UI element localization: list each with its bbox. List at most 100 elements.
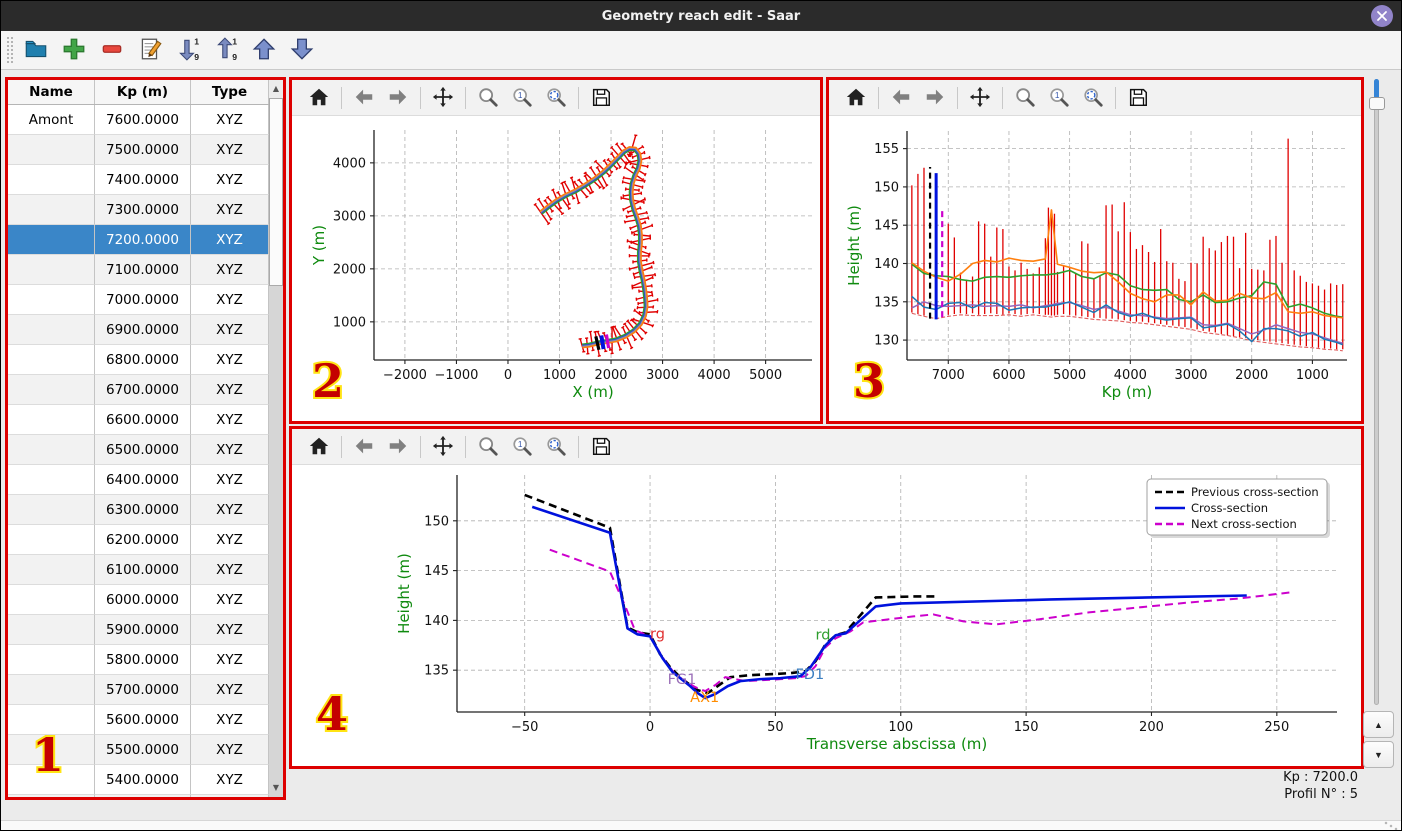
toolbar-separator [420, 435, 421, 458]
sort-descending-button[interactable]: 19 [173, 35, 203, 65]
sort-ascending-button[interactable]: 19 [211, 35, 241, 65]
svg-text:140: 140 [874, 257, 899, 272]
svg-text:−1000: −1000 [434, 368, 478, 383]
column-header-name[interactable]: Name [8, 80, 95, 104]
zoom-button[interactable] [1012, 85, 1038, 111]
pan-button[interactable] [430, 434, 456, 460]
pan-button[interactable] [967, 85, 993, 111]
cell-type: XYZ [191, 195, 269, 225]
cell-type: XYZ [191, 255, 269, 285]
zoom-button[interactable] [475, 85, 501, 111]
toolbar-drag-handle[interactable] [7, 37, 13, 63]
zoom-profile-button[interactable]: 1 [1046, 85, 1072, 111]
open-folder-button[interactable] [21, 35, 51, 65]
table-row[interactable]: 7000.0000 XYZ [8, 285, 269, 315]
cell-type: XYZ [191, 225, 269, 255]
cross-section-plot[interactable]: −50 0 50 100 150 200 250 135 140 145 150 Transverse… [292, 465, 1361, 766]
table-row[interactable]: 6900.0000 XYZ [8, 315, 269, 345]
close-button[interactable] [1371, 5, 1393, 27]
table-row[interactable]: 6800.0000 XYZ [8, 345, 269, 375]
forward-button[interactable] [385, 434, 411, 460]
svg-text:−50: −50 [511, 720, 538, 735]
slider-track[interactable] [1374, 79, 1379, 705]
table-row[interactable]: 5500.0000 XYZ [8, 735, 269, 765]
table-row[interactable]: 5900.0000 XYZ [8, 615, 269, 645]
table-row[interactable]: 6300.0000 XYZ [8, 495, 269, 525]
table-row[interactable]: 6600.0000 XYZ [8, 405, 269, 435]
svg-text:140: 140 [424, 614, 449, 629]
forward-icon [389, 89, 407, 104]
cell-name [8, 705, 95, 735]
column-header-kp-m[interactable]: Kp (m) [95, 80, 191, 104]
back-button[interactable] [351, 434, 377, 460]
save-button[interactable] [588, 434, 614, 460]
scroll-down-button[interactable]: ▼ [269, 779, 283, 797]
zoom-profile-button[interactable]: 1 [509, 85, 535, 111]
table-row[interactable]: 6500.0000 XYZ [8, 435, 269, 465]
remove-profile-button[interactable] [97, 35, 127, 65]
plan-view-plot[interactable]: −2000 −1000 0 1000 2000 3000 4000 5000 1000 2000 3… [292, 116, 820, 421]
plan-view-panel: 1 −2000 −1000 0 1000 2000 3000 4000 5000 1000 200… [289, 77, 823, 424]
save-button[interactable] [588, 85, 614, 111]
toolbar-separator [465, 435, 466, 458]
pan-button[interactable] [430, 85, 456, 111]
table-scrollbar[interactable]: ▲ ▼ [269, 80, 283, 797]
zoom-profile-button[interactable]: 1 [509, 434, 535, 460]
cell-kp: 7400.0000 [95, 165, 191, 195]
zoom-auto-button[interactable] [1080, 85, 1106, 111]
table-row[interactable]: 5800.0000 XYZ [8, 645, 269, 675]
zoom-button[interactable] [475, 434, 501, 460]
add-profile-button[interactable] [59, 35, 89, 65]
table-row[interactable]: 5400.0000 XYZ [8, 765, 269, 795]
table-row[interactable]: 6200.0000 XYZ [8, 525, 269, 555]
back-button[interactable] [888, 85, 914, 111]
cell-name [8, 435, 95, 465]
home-button[interactable] [306, 434, 332, 460]
back-button[interactable] [351, 85, 377, 111]
move-up-button[interactable] [249, 35, 279, 65]
resize-grip[interactable] [1384, 821, 1398, 830]
table-row[interactable]: 7400.0000 XYZ [8, 165, 269, 195]
svg-text:Height (m): Height (m) [845, 205, 863, 286]
table-row-selected[interactable]: 7200.0000 XYZ [8, 225, 269, 255]
profile-position-slider[interactable] [1368, 79, 1386, 705]
scrollbar-thumb[interactable] [269, 98, 283, 286]
previous-profile-button[interactable]: ▲ [1363, 711, 1394, 738]
table-row[interactable]: 7300.0000 XYZ [8, 195, 269, 225]
table-row[interactable]: Amont 7600.0000 XYZ [8, 105, 269, 135]
edit-profile-button[interactable] [135, 35, 165, 65]
zoom-auto-button[interactable] [543, 434, 569, 460]
table-row[interactable]: 6100.0000 XYZ [8, 555, 269, 585]
zoom-auto-button[interactable] [543, 85, 569, 111]
column-header-type[interactable]: Type [191, 80, 269, 104]
svg-text:1: 1 [1055, 90, 1060, 99]
table-row[interactable]: 5700.0000 XYZ [8, 675, 269, 705]
svg-text:1: 1 [194, 37, 199, 47]
table-row[interactable]: 6000.0000 XYZ [8, 585, 269, 615]
toolbar-separator [578, 435, 579, 458]
home-button[interactable] [306, 85, 332, 111]
move-down-button[interactable] [287, 35, 317, 65]
save-button[interactable] [1125, 85, 1151, 111]
home-button[interactable] [843, 85, 869, 111]
next-profile-button[interactable]: ▼ [1363, 741, 1394, 768]
back-icon [892, 89, 910, 104]
table-row[interactable]: 7100.0000 XYZ [8, 255, 269, 285]
profile-table[interactable]: Name Kp (m) Type Amont 7600.0000 XYZ 7500.0000… [8, 80, 269, 797]
svg-text:Cross-section: Cross-section [1191, 501, 1268, 515]
scroll-up-button[interactable]: ▲ [269, 80, 283, 98]
forward-button[interactable] [922, 85, 948, 111]
table-row[interactable]: 5600.0000 XYZ [8, 705, 269, 735]
table-row[interactable]: 7500.0000 XYZ [8, 135, 269, 165]
titlebar[interactable]: Geometry reach edit - Saar [1, 1, 1401, 31]
svg-text:Y (m): Y (m) [310, 225, 328, 266]
cell-kp: 7500.0000 [95, 135, 191, 165]
slider-handle[interactable] [1369, 97, 1385, 110]
table-row[interactable]: 6700.0000 XYZ [8, 375, 269, 405]
forward-icon [926, 89, 944, 104]
table-row[interactable] [8, 795, 269, 797]
table-row[interactable]: 6400.0000 XYZ [8, 465, 269, 495]
longitudinal-profile-plot[interactable]: 7000 6000 5000 4000 3000 2000 1000 130 135 140 145… [829, 116, 1361, 421]
forward-button[interactable] [385, 85, 411, 111]
cell-kp: 6800.0000 [95, 345, 191, 375]
